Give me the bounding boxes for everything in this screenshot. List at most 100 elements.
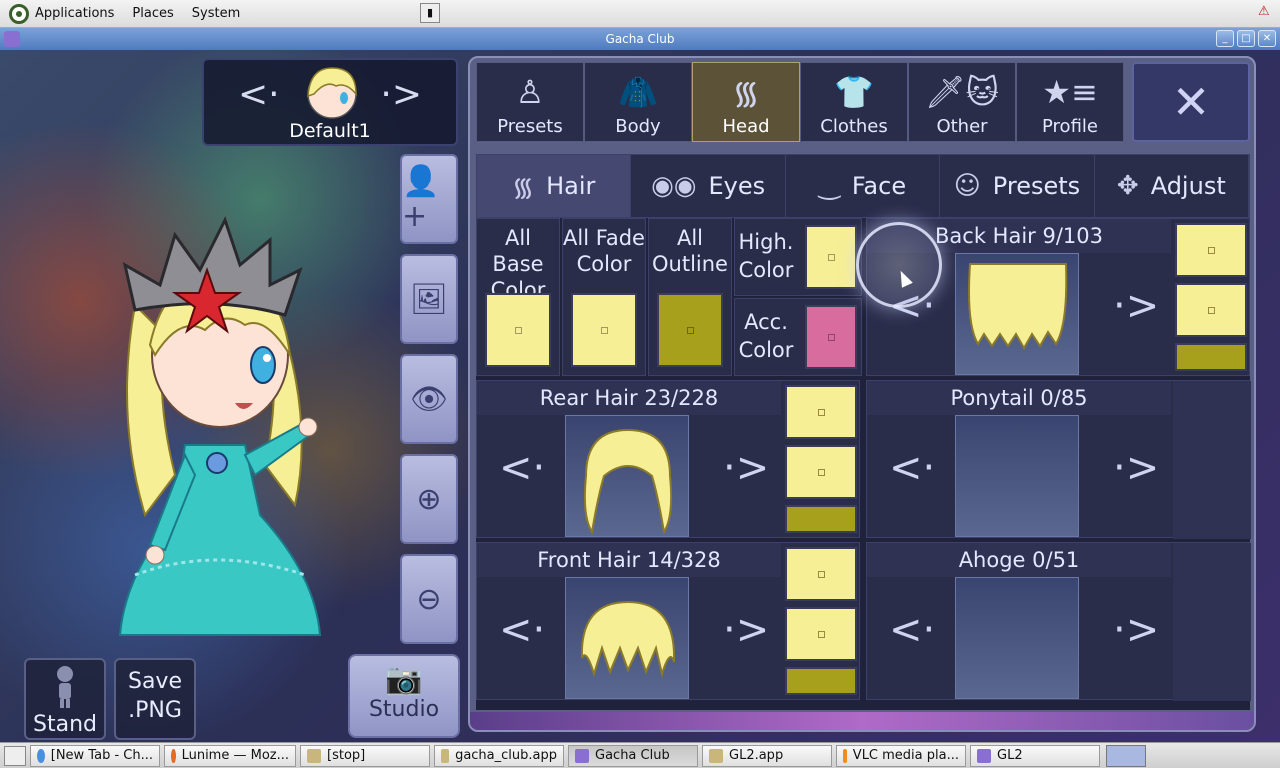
folder-icon <box>709 748 723 763</box>
swatch-marker <box>828 334 835 341</box>
panel-applet-icon[interactable]: ▮ <box>420 3 440 23</box>
hair-editor: All Base Color All Fade Color All Outlin… <box>476 218 1251 710</box>
places-menu[interactable]: Places <box>123 0 182 28</box>
tab-other[interactable]: 🗡🐱 Other <box>908 62 1016 142</box>
all-outline-label-1: All <box>676 226 704 250</box>
zoom-out-button[interactable]: ⊖ <box>400 554 458 644</box>
character-preview[interactable] <box>95 215 335 655</box>
back-hair-preview[interactable] <box>955 253 1079 375</box>
taskbar-item-vlc[interactable]: VLC media pla... <box>836 744 966 767</box>
taskbar-item-stop[interactable]: [stop] <box>300 744 430 767</box>
front-hair-next-button[interactable]: ·> <box>723 607 769 653</box>
character-selector: <· ·> Default1 <box>202 58 458 146</box>
taskbar-item-gacha-club[interactable]: Gacha Club <box>568 744 698 767</box>
subtab-face-label: Face <box>851 172 907 200</box>
subtab-eyes-label: Eyes <box>708 172 766 200</box>
stand-figure-icon <box>57 666 73 708</box>
front-hair-preview[interactable] <box>565 577 689 699</box>
applications-logo-icon <box>9 3 29 24</box>
save-png-button[interactable]: Save .PNG <box>114 658 196 740</box>
subtab-face[interactable]: ‿ Face <box>786 155 941 217</box>
rear-hair-colors <box>783 381 861 539</box>
rear-hair-selector: Rear Hair 23/228 <· ·> <box>476 380 860 538</box>
tray-warning-icon[interactable]: ⚠ <box>1258 4 1272 24</box>
back-hair-colors <box>1173 219 1251 377</box>
subtab-hair[interactable]: ᯾ Hair <box>477 155 632 217</box>
add-character-button[interactable]: 👤+ <box>400 154 458 244</box>
applications-menu[interactable]: Applications <box>0 0 123 28</box>
rear-hair-prev-button[interactable]: <· <box>499 445 545 491</box>
taskbar-item-gl2-app[interactable]: GL2.app <box>702 744 832 767</box>
maximize-button[interactable]: □ <box>1237 30 1255 47</box>
taskbar-item-gacha-club-app[interactable]: gacha_club.app <box>434 744 564 767</box>
folder-icon <box>307 748 321 763</box>
front-hair-outline-color[interactable] <box>785 667 857 695</box>
tab-presets[interactable]: ♙ Presets <box>476 62 584 142</box>
ahoge-next-button[interactable]: ·> <box>1113 607 1159 653</box>
system-menu[interactable]: System <box>183 0 249 28</box>
all-base-color-swatch[interactable] <box>485 293 551 367</box>
subtab-eyes[interactable]: ◉◉ Eyes <box>631 155 786 217</box>
all-fade-color-swatch[interactable] <box>571 293 637 367</box>
swatch-marker <box>818 409 825 416</box>
background-button[interactable]: 🖼 <box>400 254 458 344</box>
next-character-button[interactable]: ·> <box>380 74 422 115</box>
game-canvas: <· ·> Default1 👤+ 🖼 👁 ⊕ ⊖ Stand Save .PN… <box>0 50 1280 742</box>
accessory-color-swatch[interactable] <box>805 305 857 369</box>
rear-hair-title: Rear Hair 23/228 <box>477 381 781 415</box>
ahoge-preview[interactable] <box>955 577 1079 699</box>
rear-hair-color-2[interactable] <box>785 445 857 499</box>
eye-icon: 👁 <box>409 381 449 417</box>
acc-label-1: Acc. <box>744 310 788 334</box>
stand-button[interactable]: Stand <box>24 658 106 740</box>
subtab-adjust[interactable]: ✥ Adjust <box>1095 155 1250 217</box>
taskbar-item-label: [stop] <box>327 748 366 763</box>
taskbar-item-gl2[interactable]: GL2 <box>970 744 1100 767</box>
back-hair-outline-color[interactable] <box>1175 343 1247 371</box>
back-hair-color-1[interactable] <box>1175 223 1247 277</box>
rear-hair-color-1[interactable] <box>785 385 857 439</box>
front-hair-color-1[interactable] <box>785 547 857 601</box>
zoom-in-button[interactable]: ⊕ <box>400 454 458 544</box>
workspace-switcher[interactable] <box>1106 744 1146 767</box>
add-person-icon: 👤+ <box>402 164 440 234</box>
rear-hair-preview[interactable] <box>565 415 689 537</box>
ahoge-colors-empty <box>1173 543 1251 701</box>
firefox-icon <box>171 748 176 763</box>
minimize-button[interactable]: _ <box>1216 30 1234 47</box>
toggle-visibility-button[interactable]: 👁 <box>400 354 458 444</box>
star-list-icon: ★≡ <box>1042 73 1098 111</box>
show-desktop-button[interactable] <box>4 745 26 766</box>
ponytail-prev-button[interactable]: <· <box>889 445 935 491</box>
subtab-presets[interactable]: ☺ Presets <box>940 155 1095 217</box>
tab-head[interactable]: ᯾ Head <box>692 62 800 142</box>
ponytail-next-button[interactable]: ·> <box>1113 445 1159 491</box>
close-window-button[interactable]: ✕ <box>1258 30 1276 47</box>
highlight-color-swatch[interactable] <box>805 225 857 289</box>
rear-hair-outline-color[interactable] <box>785 505 857 533</box>
front-hair-color-2[interactable] <box>785 607 857 661</box>
tab-body[interactable]: 🧥 Body <box>584 62 692 142</box>
close-panel-button[interactable]: ✕ <box>1132 62 1250 142</box>
back-hair-color-2[interactable] <box>1175 283 1247 337</box>
ponytail-preview[interactable] <box>955 415 1079 537</box>
ahoge-prev-button[interactable]: <· <box>889 607 935 653</box>
subtab-hair-label: Hair <box>546 172 596 200</box>
rear-hair-next-button[interactable]: ·> <box>723 445 769 491</box>
tab-clothes[interactable]: 👕 Clothes <box>800 62 908 142</box>
sword-cat-icon: 🗡🐱 <box>925 73 999 111</box>
all-fade-label-2: Color <box>576 252 632 276</box>
front-hair-prev-button[interactable]: <· <box>499 607 545 653</box>
image-icon: 🖼 <box>409 281 449 317</box>
ponytail-title: Ponytail 0/85 <box>867 381 1171 415</box>
taskbar-item-firefox[interactable]: Lunime — Moz... <box>164 744 296 767</box>
head-presets-icon: ☺ <box>953 171 981 201</box>
tab-profile[interactable]: ★≡ Profile <box>1016 62 1124 142</box>
editor-panel: ♙ Presets 🧥 Body ᯾ Head 👕 Clothes 🗡🐱 Oth… <box>468 56 1256 732</box>
back-hair-next-button[interactable]: ·> <box>1113 283 1159 329</box>
window-titlebar[interactable]: Gacha Club _ □ ✕ <box>0 28 1280 50</box>
studio-button[interactable]: 📷 Studio <box>348 654 460 738</box>
prev-character-button[interactable]: <· <box>238 74 280 115</box>
taskbar-item-chrome[interactable]: [New Tab - Ch... <box>30 744 160 767</box>
all-outline-color-swatch[interactable] <box>657 293 723 367</box>
